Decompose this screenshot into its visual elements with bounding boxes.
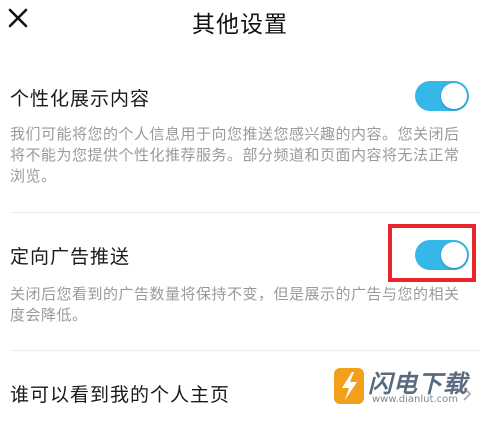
setting-personalized-content: 个性化展示内容 我们可能将您的个人信息用于向您推送您感兴趣的内容。您关闭后将不能…: [0, 70, 480, 200]
setting-label: 个性化展示内容: [10, 88, 151, 110]
divider: [10, 212, 480, 213]
watermark-url: www.dianlut.com: [372, 394, 458, 405]
toggle-knob: [441, 83, 467, 109]
profile-visibility-label: 谁可以看到我的个人主页: [10, 384, 231, 406]
highlight-annotation: [388, 224, 476, 282]
lightning-logo-icon: [334, 368, 364, 404]
header: 其他设置: [0, 0, 480, 40]
settings-page: 其他设置 个性化展示内容 我们可能将您的个人信息用于向您推送您感兴趣的内容。您关…: [0, 0, 480, 426]
divider: [10, 350, 480, 351]
watermark: 闪电下载 www.dianlut.com: [332, 362, 470, 414]
page-title: 其他设置: [192, 12, 288, 38]
setting-description: 我们可能将您的个人信息用于向您推送您感兴趣的内容。您关闭后将不能为您提供个性化推…: [10, 125, 460, 185]
setting-label: 定向广告推送: [10, 246, 131, 268]
personalized-content-toggle[interactable]: [415, 81, 469, 111]
setting-description: 关闭后您看到的广告数量将保持不变，但是展示的广告与您的相关度会降低。: [10, 285, 460, 324]
